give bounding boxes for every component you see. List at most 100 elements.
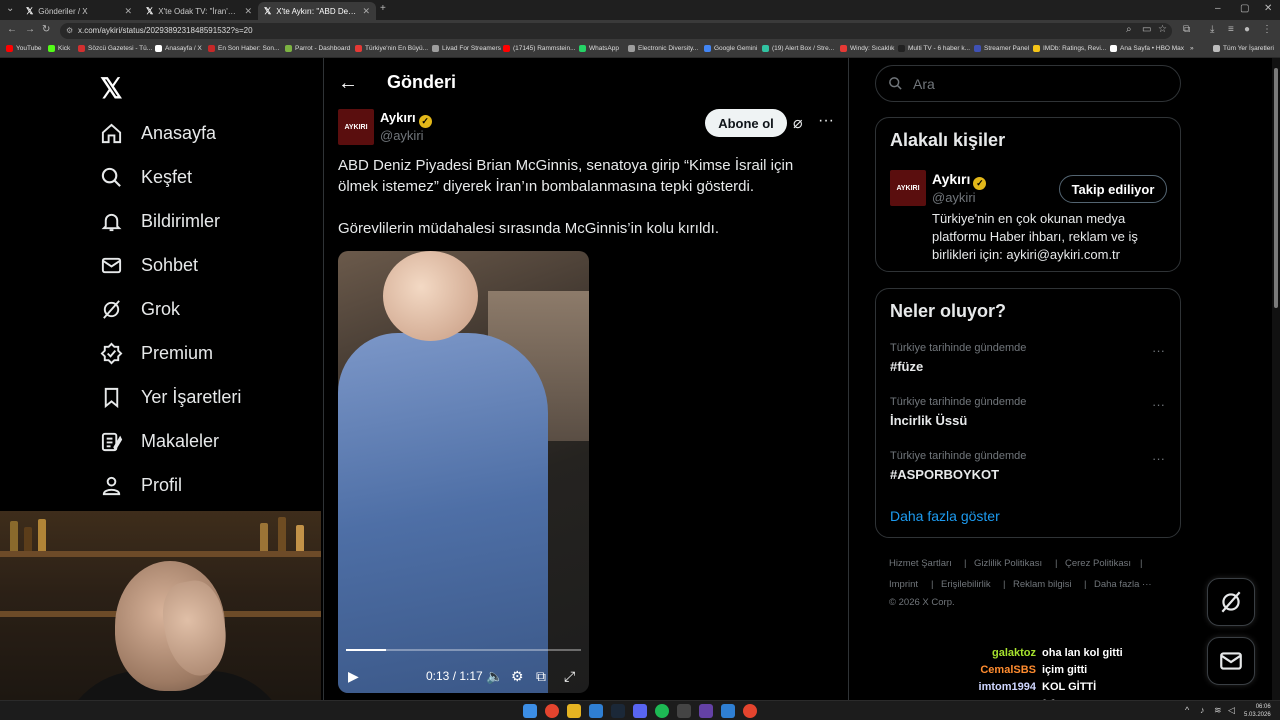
picture-in-picture-icon[interactable]: ⧉ [536, 668, 546, 685]
cast-icon[interactable]: ▭ [1142, 24, 1151, 35]
settings-gear-icon[interactable]: ⚙ [511, 668, 524, 685]
bookmark-item[interactable]: Google Gemini [704, 45, 757, 52]
sidebar-item-explore[interactable]: Keşfet [100, 163, 192, 191]
sidebar-item-messages[interactable]: Sohbet [100, 251, 198, 279]
bookmark-item[interactable]: (17145) Rammstein... [503, 45, 576, 52]
new-tab-icon[interactable]: + [380, 3, 386, 14]
sidebar-item-grok[interactable]: Grok [100, 295, 180, 323]
subscribe-button[interactable]: Abone ol [705, 109, 787, 137]
back-arrow-icon[interactable]: ← [338, 72, 358, 95]
bookmark-item[interactable]: WhatsApp [579, 45, 619, 52]
bookmark-item[interactable]: En Son Haber: Son... [208, 45, 279, 52]
bookmark-item[interactable]: Anasayfa / X [155, 45, 202, 52]
footer-link[interactable]: Hizmet Şartları [889, 558, 952, 569]
video-player[interactable] [338, 251, 589, 693]
footer-link[interactable]: Daha fazla ··· [1094, 579, 1152, 590]
tab-close-icon[interactable]: ✕ [124, 6, 132, 17]
edge-icon[interactable] [589, 704, 603, 718]
back-icon[interactable]: ← [7, 24, 17, 35]
messages-floating-button[interactable] [1207, 637, 1255, 685]
app-icon[interactable] [677, 704, 691, 718]
bookmark-item[interactable]: Electronic Diversity... [628, 45, 698, 52]
star-icon[interactable]: ☆ [1158, 24, 1167, 35]
url-input[interactable]: ⚙ x.com/aykiri/status/202938923184859153… [60, 23, 1172, 39]
wifi-icon[interactable]: ≋ [1214, 705, 1222, 716]
profile-icon[interactable]: ● [1244, 24, 1250, 35]
footer-link[interactable]: Imprint [889, 579, 918, 590]
footer-link[interactable]: Erişilebilirlik [941, 579, 991, 590]
bookmark-item[interactable]: Kick [48, 45, 70, 52]
sidebar-item-articles[interactable]: Makaleler [100, 427, 219, 455]
more-options-icon[interactable]: ··· [818, 112, 834, 130]
discord-icon[interactable] [633, 704, 647, 718]
search-input[interactable]: Ara [875, 65, 1181, 102]
browser-tab-active[interactable]: 𝕏 X'te Aykırı: "ABD Deniz Piyade... ✕ [258, 2, 376, 20]
minimize-icon[interactable]: – [1215, 3, 1221, 14]
file-explorer-icon[interactable] [567, 704, 581, 718]
author-name[interactable]: Aykırı ✓ [380, 110, 432, 128]
bookmark-item[interactable]: Parrot - Dashboard [285, 45, 350, 52]
avatar[interactable]: AYKIRI [890, 170, 926, 206]
app-icon[interactable] [721, 704, 735, 718]
spotify-icon[interactable] [655, 704, 669, 718]
bookmark-item[interactable]: (19) Alert Box / Stre... [762, 45, 834, 52]
more-options-icon[interactable]: ··· [1152, 451, 1165, 466]
bookmark-item[interactable]: Streamer Panel [974, 45, 1029, 52]
sidebar-item-premium[interactable]: Premium [100, 339, 213, 367]
mic-icon[interactable]: ♪ [1200, 705, 1205, 715]
footer-link[interactable]: Gizlilik Politikası [974, 558, 1042, 569]
related-handle[interactable]: @aykiri [932, 190, 976, 205]
related-name[interactable]: Aykırı ✓ [932, 171, 987, 190]
site-info-icon[interactable]: ⚙ [66, 23, 73, 39]
x-logo-icon[interactable]: 𝕏 [100, 72, 123, 105]
author-handle[interactable]: @aykiri [380, 128, 424, 143]
tab-search-icon[interactable]: ⌄ [6, 3, 14, 14]
bookmark-item[interactable]: IMDb: Ratings, Revi... [1033, 45, 1106, 52]
fullscreen-icon[interactable]: ⤢ [564, 668, 575, 685]
bookmark-item[interactable]: Ana Sayfa • HBO Max [1110, 45, 1184, 52]
show-more-link[interactable]: Daha fazla göster [890, 508, 1000, 524]
reload-icon[interactable]: ↻ [42, 24, 50, 35]
sidebar-item-notifications[interactable]: Bildirimler [100, 207, 220, 235]
maximize-icon[interactable]: ▢ [1240, 3, 1249, 14]
scrollbar-thumb[interactable] [1274, 68, 1278, 308]
video-progress-bar[interactable] [346, 649, 581, 651]
following-button[interactable]: Takip ediliyor [1059, 175, 1167, 203]
bookmark-item[interactable]: Multi TV - 6 haber k... [898, 45, 970, 52]
grok-floating-button[interactable] [1207, 578, 1255, 626]
chrome-icon[interactable] [545, 704, 559, 718]
avatar[interactable]: AYKIRI [338, 109, 374, 145]
app-icon[interactable] [699, 704, 713, 718]
tab-close-icon[interactable]: ✕ [244, 6, 252, 17]
bookmark-item[interactable]: Windy: Sıcaklık [840, 45, 894, 52]
media-icon[interactable]: ≡ [1228, 24, 1234, 35]
browser-tab[interactable]: 𝕏 Gönderiler / X ✕ [20, 2, 138, 20]
trend-item[interactable]: İncirlik Üssü [890, 413, 967, 428]
sidebar-item-bookmarks[interactable]: Yer İşaretleri [100, 383, 241, 411]
sidebar-item-home[interactable]: Anasayfa [100, 119, 216, 147]
more-options-icon[interactable]: ··· [1152, 397, 1165, 412]
taskbar-clock[interactable]: 06:06 5.03.2026 [1244, 703, 1271, 719]
obs-icon[interactable] [743, 704, 757, 718]
volume-icon[interactable]: ◁ [1228, 705, 1235, 716]
all-bookmarks[interactable]: Tüm Yer İşaretleri [1213, 45, 1274, 52]
bookmark-item[interactable]: YouTube [6, 45, 42, 52]
footer-link[interactable]: Reklam bilgisi [1013, 579, 1072, 590]
bookmark-item[interactable]: Türkiye'nin En Büyü... [355, 45, 428, 52]
trend-item[interactable]: #ASPORBOYKOT [890, 467, 999, 482]
trend-item[interactable]: #füze [890, 359, 923, 374]
close-window-icon[interactable]: ✕ [1264, 3, 1272, 14]
extensions-icon[interactable]: ⧉ [1183, 24, 1190, 35]
play-icon[interactable]: ▶ [348, 668, 359, 685]
bookmark-item[interactable]: Livad For Streamers [432, 45, 501, 52]
footer-link[interactable]: Çerez Politikası [1065, 558, 1131, 569]
bookmarks-overflow-icon[interactable]: » [1190, 45, 1194, 52]
menu-icon[interactable]: ⋮ [1262, 24, 1272, 35]
start-menu-icon[interactable] [523, 704, 537, 718]
download-icon[interactable]: ⤓ [1210, 24, 1214, 35]
page-scrollbar[interactable] [1272, 58, 1280, 700]
zoom-icon[interactable]: ⌕ [1126, 24, 1132, 35]
volume-icon[interactable]: 🔈 [486, 668, 503, 685]
browser-tab[interactable]: 𝕏 X'te Odak TV: "İran'a açıktan t... ✕ [140, 2, 258, 20]
tray-overflow-icon[interactable]: ^ [1185, 705, 1189, 715]
